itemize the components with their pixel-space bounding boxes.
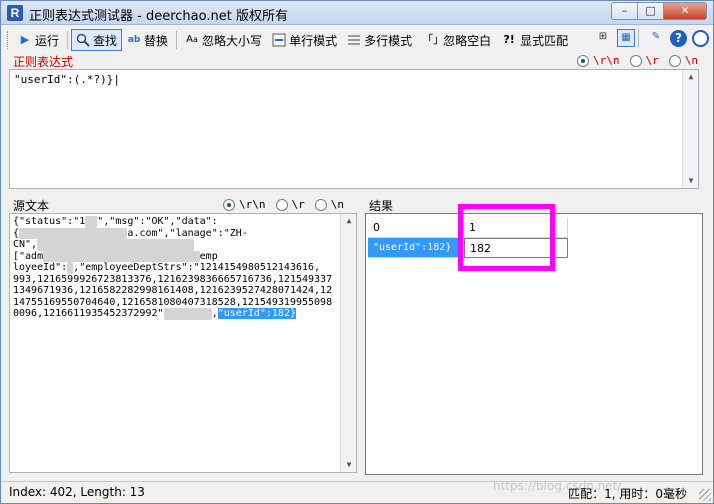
regex-scrollbar[interactable]: ▲ ▼ <box>682 70 698 188</box>
source-scrollbar[interactable]: ▲ ▼ <box>340 214 356 472</box>
regex-newline-lf-label: \n <box>684 54 698 67</box>
regex-newline-crlf-label: \r\n <box>593 54 620 67</box>
radio-icon <box>629 54 642 67</box>
multi-line-icon <box>347 33 361 47</box>
source-newline-options: \r\n \r \n <box>213 198 344 211</box>
scroll-up-icon[interactable]: ▲ <box>683 70 699 84</box>
multi-line-label: 多行模式 <box>364 33 413 48</box>
source-newline-cr[interactable]: \r <box>275 198 305 211</box>
source-newline-lf-label: \n <box>330 198 344 211</box>
single-line-label: 单行模式 <box>289 33 338 48</box>
toolbar-separator <box>638 29 639 47</box>
app-icon: R <box>7 5 23 21</box>
find-label: 查找 <box>93 33 118 48</box>
toolbar-right-icons: ⊞ ▦ ✎ ? <box>589 29 709 47</box>
result-header-cell[interactable]: 0 <box>368 218 464 238</box>
radio-icon <box>577 54 589 67</box>
toolbar-separator <box>67 31 69 49</box>
bracket-icon: 「」 <box>422 33 445 46</box>
replace-label: 替换 <box>144 33 169 48</box>
regex-label: 正则表达式 <box>13 55 74 69</box>
source-newline-crlf-label: \r\n <box>239 198 266 211</box>
highlight-annotation <box>458 204 555 271</box>
case-icon: Aa <box>186 34 198 45</box>
source-line: { a.com","lanage":"ZH- <box>13 227 248 239</box>
toolbar-grip <box>7 31 10 49</box>
regex-newline-cr[interactable]: \r <box>629 54 659 67</box>
radio-icon <box>275 198 288 211</box>
question-icon: ?! <box>503 33 515 46</box>
result-label: 结果 <box>369 199 394 213</box>
run-label: 运行 <box>35 33 60 48</box>
grid-view-icon[interactable]: ▦ <box>617 29 635 47</box>
help-icon[interactable]: ? <box>670 29 687 47</box>
app-window: R 正则表达式测试器 - deerchao.net 版权所有 – □ ✕ ▶ 运… <box>0 0 714 504</box>
source-line: CN", <box>13 239 338 251</box>
result-cell[interactable]: "userId":182} <box>368 238 464 258</box>
source-newline-crlf[interactable]: \r\n <box>223 198 266 211</box>
regex-input[interactable]: "userId":(.*?)}| ▲ ▼ <box>9 69 699 189</box>
status-bar: Index: 402, Length: 13 匹配：1, 用时：0毫秒 <box>1 481 713 503</box>
scroll-down-icon[interactable]: ▼ <box>341 458 356 472</box>
magnifier-icon <box>76 33 90 47</box>
single-line-icon <box>272 33 286 47</box>
play-icon: ▶ <box>20 33 30 46</box>
window-title: 正则表达式测试器 - deerchao.net 版权所有 <box>29 9 288 24</box>
about-icon[interactable] <box>692 29 709 47</box>
scroll-up-icon[interactable]: ▲ <box>341 214 356 228</box>
replace-button[interactable]: ab 替换 <box>122 29 173 51</box>
source-line: 993,1216599926723813376,1216239836665716… <box>13 273 333 285</box>
source-line: 0096,1216611935452372992" ,"userId":182} <box>13 308 296 320</box>
source-line: {"status":"1 ","msg":"OK","data": <box>13 216 218 228</box>
source-newline-lf[interactable]: \n <box>314 198 344 211</box>
regex-text: "userId":(.*?)}| <box>14 73 120 86</box>
minimize-button[interactable]: – <box>611 2 637 20</box>
status-index-length: Index: 402, Length: 13 <box>9 485 145 499</box>
explicit-capture-label: 显式匹配 <box>520 33 569 48</box>
explicit-capture-button[interactable]: ?! 显式匹配 <box>496 29 573 51</box>
regex-newline-crlf[interactable]: \r\n <box>577 54 620 67</box>
source-line: loyeeId": ,"employeeDeptStrs":"121415498… <box>13 262 321 274</box>
ignore-case-button[interactable]: Aa 忽略大小写 <box>180 29 267 51</box>
source-line: ["adm emp <box>13 250 218 262</box>
toolbar-separator <box>176 31 178 49</box>
scroll-down-icon[interactable]: ▼ <box>683 174 699 188</box>
source-newline-cr-label: \r <box>291 198 305 211</box>
regex-newline-options: \r\n \r \n <box>567 54 698 67</box>
selected-match: "userId":182} <box>217 308 296 319</box>
radio-icon <box>314 198 327 211</box>
close-button[interactable]: ✕ <box>663 2 707 20</box>
source-line: 1349671936,1216582282998161408,121623952… <box>13 285 333 296</box>
radio-icon <box>668 54 681 67</box>
window-controls: – □ ✕ <box>611 2 707 21</box>
maximize-button[interactable]: □ <box>637 2 663 20</box>
status-match-time: 匹配：1, 用时：0毫秒 <box>568 487 687 501</box>
find-button[interactable]: 查找 <box>71 29 123 51</box>
source-line: 14755169550704640,1216581080407318528,12… <box>13 296 333 308</box>
title-bar: R 正则表达式测试器 - deerchao.net 版权所有 – □ ✕ <box>1 1 713 25</box>
edit-icon[interactable]: ✎ <box>647 29 665 47</box>
resize-grip-icon[interactable] <box>699 489 711 501</box>
source-label: 源文本 <box>13 199 50 213</box>
replace-icon: ab <box>127 35 141 45</box>
ignore-case-label: 忽略大小写 <box>202 33 263 48</box>
ignore-whitespace-button[interactable]: 「」 忽略空白 <box>417 29 496 51</box>
radio-icon <box>223 198 235 211</box>
single-line-button[interactable]: 单行模式 <box>267 29 342 51</box>
regex-newline-cr-label: \r <box>645 54 659 67</box>
regex-newline-lf[interactable]: \n <box>668 54 698 67</box>
run-button[interactable]: ▶ 运行 <box>13 29 64 51</box>
multi-line-button[interactable]: 多行模式 <box>342 29 417 51</box>
tree-view-icon[interactable]: ⊞ <box>594 29 612 47</box>
ignore-whitespace-label: 忽略空白 <box>443 33 492 48</box>
source-text-input[interactable]: {"status":"1 ","msg":"OK","data": { a.co… <box>9 213 357 473</box>
toolbar: ▶ 运行 查找 ab 替换 Aa 忽略大小写 单行模式 多行模式 「」 忽略空白… <box>1 27 713 53</box>
